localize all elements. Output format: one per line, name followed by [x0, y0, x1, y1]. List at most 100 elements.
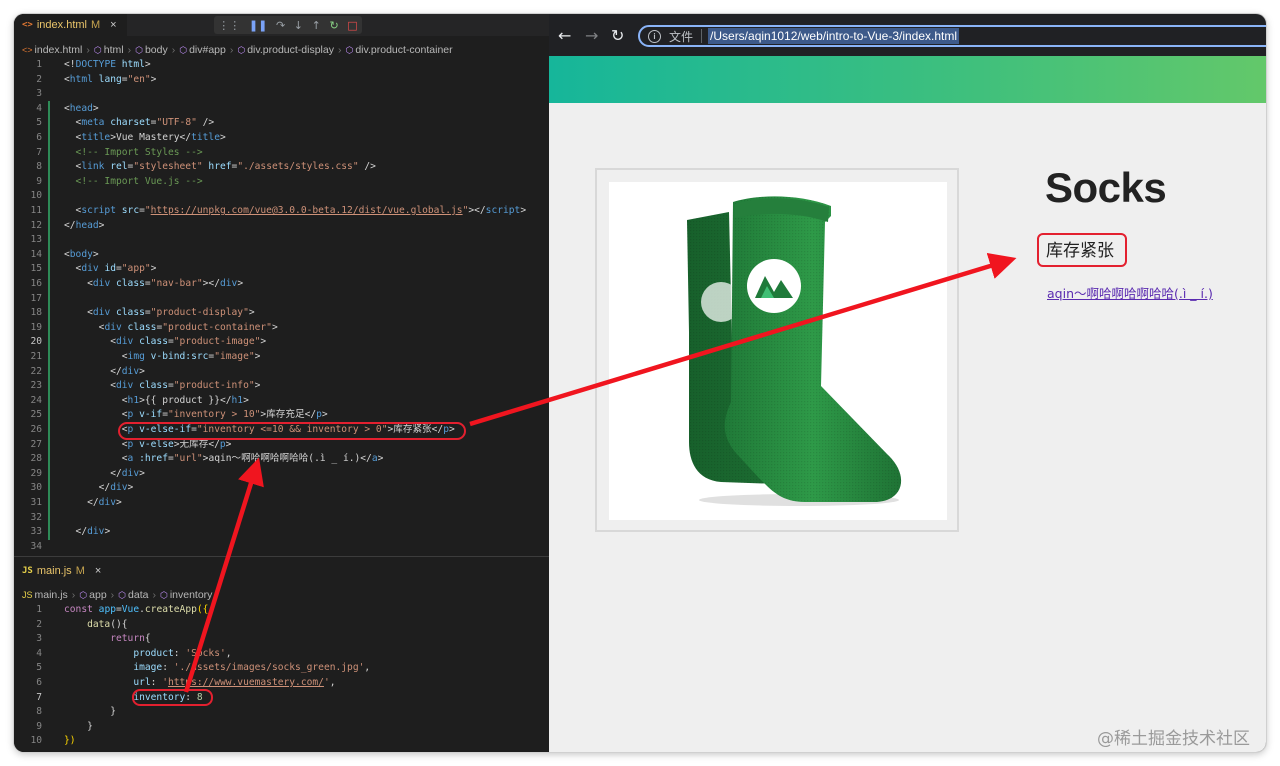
code-token: class: [116, 278, 145, 289]
code-line[interactable]: 6 url: 'https://www.vuemastery.com/',: [14, 676, 549, 691]
line-number: 29: [30, 467, 42, 479]
step-over-icon[interactable]: ↷: [276, 19, 285, 32]
code-line[interactable]: 5 <meta charset="UTF-8" />: [14, 116, 549, 131]
code-line[interactable]: 34: [14, 540, 549, 555]
restart-icon[interactable]: ↻: [329, 19, 338, 32]
code-line[interactable]: 9 <!-- Import Vue.js -->: [14, 175, 549, 190]
code-line[interactable]: 20 <div class="product-image">: [14, 335, 549, 350]
code-line[interactable]: 13: [14, 233, 549, 248]
pause-icon[interactable]: ❚❚: [249, 19, 267, 32]
code-line[interactable]: 5 image: './assets/images/socks_green.jp…: [14, 661, 549, 676]
breadcrumb-item[interactable]: div#app: [189, 44, 226, 56]
code-line[interactable]: 8 <link rel="stylesheet" href="./assets/…: [14, 160, 549, 175]
code-line[interactable]: 32: [14, 511, 549, 526]
drag-handle-icon[interactable]: ⋮⋮: [218, 19, 240, 32]
breadcrumb-item[interactable]: body: [145, 44, 168, 56]
step-into-icon[interactable]: ↓: [294, 19, 303, 32]
url-text[interactable]: /Users/aqin1012/web/intro-to-Vue-3/index…: [708, 28, 960, 44]
code-line[interactable]: 25 <p v-if="inventory > 10">库存充足</p>: [14, 408, 549, 423]
code-line[interactable]: 10: [14, 189, 549, 204]
code-line[interactable]: 1 <!DOCTYPE html>: [14, 58, 549, 73]
breadcrumb-2: JS main.js › ⬡ app › ⬡ data › ⬡ inventory: [14, 585, 549, 605]
symbol-icon: ⬡: [237, 44, 246, 55]
code-line[interactable]: 12 </head>: [14, 219, 549, 234]
code-line[interactable]: 7 <!-- Import Styles -->: [14, 146, 549, 161]
close-icon[interactable]: ×: [95, 565, 101, 577]
code-line[interactable]: 2 data(){: [14, 618, 549, 633]
stop-icon[interactable]: □: [347, 19, 357, 32]
code-line[interactable]: 4 product: 'Socks',: [14, 647, 549, 662]
step-out-icon[interactable]: ↑: [312, 19, 321, 32]
code-line[interactable]: 7 inventory: 8: [14, 691, 549, 706]
code-line[interactable]: 8 }: [14, 705, 549, 720]
code-line[interactable]: 30 </div>: [14, 481, 549, 496]
code-line[interactable]: 31 </div>: [14, 496, 549, 511]
line-number: 26: [30, 424, 42, 435]
code-line[interactable]: 19 <div class="product-container">: [14, 321, 549, 336]
code-line[interactable]: 4 <head>: [14, 102, 549, 117]
forward-icon[interactable]: →: [585, 26, 598, 45]
code-line[interactable]: 6 <title>Vue Mastery</title>: [14, 131, 549, 146]
js-code-area[interactable]: 1 const app=Vue.createApp({2 data(){3 ret…: [14, 603, 549, 752]
line-number: 4: [36, 647, 42, 659]
breadcrumb-item[interactable]: div.product-display: [247, 44, 334, 56]
tab-main-js[interactable]: JS main.js M ×: [14, 560, 111, 582]
code-line[interactable]: 22 </div>: [14, 365, 549, 380]
tab-index-html[interactable]: <> index.html M ×: [14, 14, 127, 36]
code-line[interactable]: 16 <div class="nav-bar"></div>: [14, 277, 549, 292]
breadcrumb-item[interactable]: inventory: [170, 589, 213, 601]
product-title: Socks: [1045, 164, 1167, 211]
html-code-area[interactable]: 1 <!DOCTYPE html> 2 <html lang="en"> 3 4 <head…: [14, 58, 549, 556]
code-text: <!-- Import Vue.js -->: [64, 175, 203, 190]
reload-icon[interactable]: ↻: [611, 26, 624, 45]
code-line[interactable]: 23 <div class="product-info">: [14, 379, 549, 394]
line-number: 14: [30, 248, 42, 260]
address-bar[interactable]: i 文件 /Users/aqin1012/web/intro-to-Vue-3/…: [638, 25, 1266, 47]
breadcrumb-item[interactable]: data: [128, 589, 148, 601]
code-line[interactable]: 14 <body>: [14, 248, 549, 263]
line-number: 10: [30, 735, 42, 747]
breadcrumb-item[interactable]: div.product-container: [355, 44, 452, 56]
code-token: link: [81, 161, 105, 173]
breadcrumb-item[interactable]: app: [89, 589, 107, 601]
editor-tab-bar-2: JS main.js M ×: [14, 560, 549, 582]
code-text: image: './assets/images/socks_green.jpg'…: [64, 661, 370, 676]
breadcrumb-item[interactable]: main.js: [35, 589, 68, 601]
code-line[interactable]: 1 const app=Vue.createApp({: [14, 603, 549, 618]
code-text: <meta charset="UTF-8" />: [64, 116, 215, 131]
code-text: <head>: [64, 102, 99, 117]
pane-divider[interactable]: [14, 556, 549, 557]
code-token: id: [104, 263, 116, 275]
product-link[interactable]: aqin～啊哈啊哈啊哈哈(.ì _ í.): [1047, 283, 1213, 302]
code-line[interactable]: 28 <a :href="url">aqin～啊哈啊哈啊哈哈(.ì _ í.)<…: [14, 452, 549, 467]
line-number: 17: [30, 292, 42, 304]
code-token: >: [225, 438, 232, 450]
code-token: "app": [121, 263, 151, 275]
code-line[interactable]: 17: [14, 292, 549, 307]
close-icon[interactable]: ×: [110, 19, 116, 31]
code-line[interactable]: 10}): [14, 734, 549, 749]
code-line[interactable]: 33 </div>: [14, 525, 549, 540]
line-number: 23: [30, 380, 42, 392]
line-number: 12: [30, 219, 42, 231]
code-line[interactable]: 29 </div>: [14, 467, 549, 482]
code-line[interactable]: 3 return{: [14, 632, 549, 647]
info-icon[interactable]: i: [648, 29, 661, 43]
code-token: class: [139, 380, 168, 392]
code-line[interactable]: 3: [14, 87, 549, 102]
code-text: <div class="product-display">: [64, 306, 255, 321]
code-line[interactable]: 11 <script src="https://unpkg.com/vue@3.…: [14, 204, 549, 219]
code-line[interactable]: 18 <div class="product-display">: [14, 306, 549, 321]
code-line[interactable]: 24 <h1>{{ product }}</h1>: [14, 394, 549, 409]
code-line[interactable]: 2 <html lang="en">: [14, 73, 549, 88]
code-token: >: [219, 132, 226, 143]
breadcrumb-item[interactable]: html: [104, 44, 124, 56]
code-line[interactable]: 21 <img v-bind:src="image">: [14, 350, 549, 365]
code-line[interactable]: 15 <div id="app">: [14, 262, 549, 277]
code-line[interactable]: 9 }: [14, 720, 549, 735]
code-token: >: [139, 365, 145, 377]
back-icon[interactable]: ←: [558, 26, 571, 45]
breadcrumb-item[interactable]: index.html: [35, 44, 83, 56]
code-token: head: [75, 219, 99, 231]
